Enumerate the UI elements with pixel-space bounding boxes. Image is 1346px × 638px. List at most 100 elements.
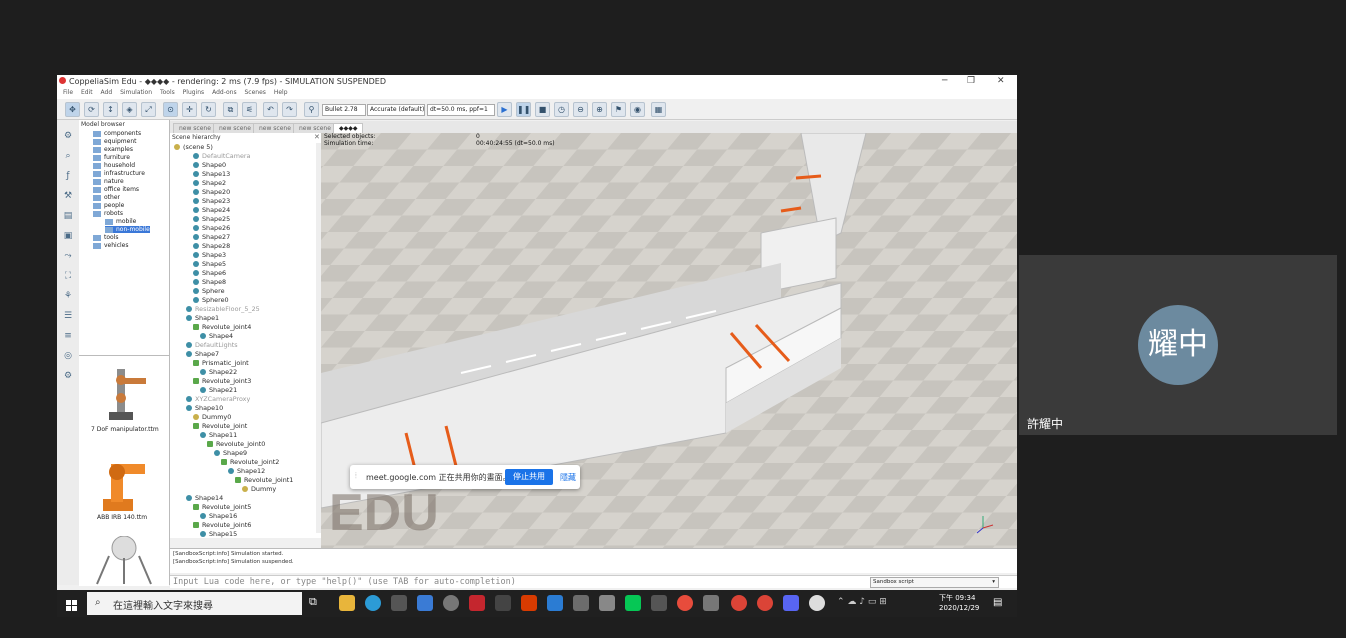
hierarchy-item[interactable]: Shape3 xyxy=(193,251,226,259)
office-icon[interactable] xyxy=(521,595,537,611)
calculation-modules-icon[interactable]: ▤ xyxy=(61,210,75,223)
notifications-icon[interactable]: ▤ xyxy=(993,597,1002,608)
hierarchy-item[interactable]: Shape27 xyxy=(193,233,230,241)
windows-start-icon[interactable] xyxy=(66,597,78,611)
hierarchy-item[interactable]: Shape21 xyxy=(200,386,237,394)
menu-simulation[interactable]: Simulation xyxy=(120,89,152,96)
video-recorder-icon[interactable]: ◎ xyxy=(61,350,75,363)
hierarchy-root[interactable]: (scene 5) xyxy=(174,143,213,151)
menu-scenes[interactable]: Scenes xyxy=(245,89,266,96)
model-folder-item[interactable]: other xyxy=(93,194,120,201)
hierarchy-item[interactable]: Revolute_joint xyxy=(193,422,247,430)
hierarchy-item[interactable]: Prismatic_joint xyxy=(193,359,249,367)
hierarchy-item[interactable]: Revolute_joint0 xyxy=(207,440,265,448)
model-folder-item[interactable]: tools xyxy=(93,234,119,241)
lua-input[interactable]: Input Lua code here, or type "help()" (u… xyxy=(173,577,516,587)
transfer-dna-icon[interactable]: ⚟ xyxy=(242,102,257,117)
hierarchy-item[interactable]: Sphere0 xyxy=(193,296,229,304)
scene-hierarchy-toggle-icon[interactable]: ☰ xyxy=(61,310,75,323)
model-folder-item[interactable]: robots xyxy=(93,210,123,217)
clock-date[interactable]: 2020/12/29 xyxy=(939,604,979,612)
minimize-button[interactable]: ─ xyxy=(942,76,947,86)
hierarchy-item[interactable]: Shape1 xyxy=(186,314,219,322)
menu-file[interactable]: File xyxy=(63,89,73,96)
model-folder-item[interactable]: components xyxy=(93,130,141,137)
hierarchy-item[interactable]: Shape9 xyxy=(214,449,247,457)
search-icon[interactable]: ⌕ xyxy=(61,150,75,163)
camera-pan-icon[interactable]: ✥ xyxy=(65,102,80,117)
object-properties-icon[interactable]: ⚒ xyxy=(61,190,75,203)
layers-icon[interactable]: ≡ xyxy=(61,330,75,343)
hierarchy-item[interactable]: Revolute_joint3 xyxy=(193,377,251,385)
close-hierarchy-icon[interactable]: ✕ xyxy=(314,133,320,141)
hierarchy-item[interactable]: Shape15 xyxy=(200,530,237,538)
hierarchy-item[interactable]: DefaultLights xyxy=(186,341,238,349)
menu-add[interactable]: Add xyxy=(101,89,113,96)
hierarchy-item[interactable]: Shape24 xyxy=(193,206,230,214)
object-shift-icon[interactable]: ✛ xyxy=(182,102,197,117)
app-icon[interactable] xyxy=(599,595,615,611)
app-icon[interactable] xyxy=(573,595,589,611)
model-folder-item[interactable]: mobile xyxy=(105,218,136,225)
firefox-icon[interactable] xyxy=(677,595,693,611)
hierarchy-item[interactable]: Shape14 xyxy=(186,494,223,502)
edge-icon[interactable] xyxy=(365,595,381,611)
hierarchy-item[interactable]: Revolute_joint2 xyxy=(221,458,279,466)
timestep-select[interactable]: dt=50.0 ms, ppf=1 xyxy=(427,104,495,116)
page-selector-icon[interactable]: ▦ xyxy=(651,102,666,117)
stop-sharing-button[interactable]: 停止共用 xyxy=(505,469,553,485)
hierarchy-item[interactable]: Revolute_joint6 xyxy=(193,521,251,529)
camera-rotate-icon[interactable]: ⟳ xyxy=(84,102,99,117)
hierarchy-item[interactable]: Shape0 xyxy=(193,161,226,169)
hierarchy-item[interactable]: Shape16 xyxy=(200,512,237,520)
model-folder-item[interactable]: furniture xyxy=(93,154,130,161)
pause-icon[interactable]: ❚❚ xyxy=(516,102,531,117)
hierarchy-item[interactable]: Shape25 xyxy=(193,215,230,223)
model-folder-item[interactable]: nature xyxy=(93,178,124,185)
model-folder-item[interactable]: non-mobile xyxy=(105,226,150,233)
model-folder-item[interactable]: household xyxy=(93,162,135,169)
close-button[interactable]: ✕ xyxy=(997,76,1005,86)
realtime-icon[interactable]: ◷ xyxy=(554,102,569,117)
speed-up-icon[interactable]: ⊕ xyxy=(592,102,607,117)
hierarchy-item[interactable]: Revolute_joint1 xyxy=(235,476,293,484)
file-explorer-icon[interactable] xyxy=(339,595,355,611)
mail-icon[interactable] xyxy=(417,595,433,611)
hierarchy-item[interactable]: Shape2 xyxy=(193,179,226,187)
collections-icon[interactable]: ▣ xyxy=(61,230,75,243)
stop-icon[interactable]: ■ xyxy=(535,102,550,117)
play-icon[interactable]: ▶ xyxy=(497,102,512,117)
model-folder-item[interactable]: people xyxy=(93,202,124,209)
hierarchy-item[interactable]: Shape12 xyxy=(228,467,265,475)
task-view-icon[interactable]: ⧉ xyxy=(309,595,325,611)
user-settings-icon[interactable]: ⚙ xyxy=(61,370,75,383)
hierarchy-item[interactable]: Shape26 xyxy=(193,224,230,232)
undo-icon[interactable]: ↶ xyxy=(263,102,278,117)
hierarchy-item[interactable]: Dummy0 xyxy=(193,413,231,421)
menu-tools[interactable]: Tools xyxy=(160,89,175,96)
model-folder-item[interactable]: vehicles xyxy=(93,242,129,249)
chrome-icon[interactable] xyxy=(731,595,747,611)
script-select[interactable]: Sandbox script ▾ xyxy=(870,577,999,588)
path-planning-icon[interactable]: ⤳ xyxy=(61,250,75,263)
assemble-icon[interactable]: ⧉ xyxy=(223,102,238,117)
physics-engine-select[interactable]: Bullet 2.78 xyxy=(322,104,366,116)
simulation-settings-icon[interactable]: ⚙ xyxy=(61,130,75,143)
model-folder-item[interactable]: infrastructure xyxy=(93,170,145,177)
app-icon[interactable] xyxy=(651,595,667,611)
hierarchy-item[interactable]: Sphere xyxy=(193,287,225,295)
hierarchy-item[interactable]: Shape10 xyxy=(186,404,223,412)
hierarchy-item[interactable]: Shape11 xyxy=(200,431,237,439)
maximize-button[interactable]: ❐ xyxy=(967,76,975,86)
hierarchy-item[interactable]: Shape20 xyxy=(193,188,230,196)
app-icon[interactable] xyxy=(469,595,485,611)
hierarchy-item[interactable]: Revolute_joint5 xyxy=(193,503,251,511)
menu-plugins[interactable]: Plugins xyxy=(183,89,205,96)
hierarchy-item[interactable]: Revolute_joint4 xyxy=(193,323,251,331)
line-icon[interactable] xyxy=(625,595,641,611)
slow-down-icon[interactable]: ⊖ xyxy=(573,102,588,117)
menu-addons[interactable]: Add-ons xyxy=(212,89,237,96)
selection-icon[interactable]: ⛶ xyxy=(61,270,75,283)
delta-robot-thumbnail[interactable] xyxy=(89,536,159,586)
discord-icon[interactable] xyxy=(783,595,799,611)
